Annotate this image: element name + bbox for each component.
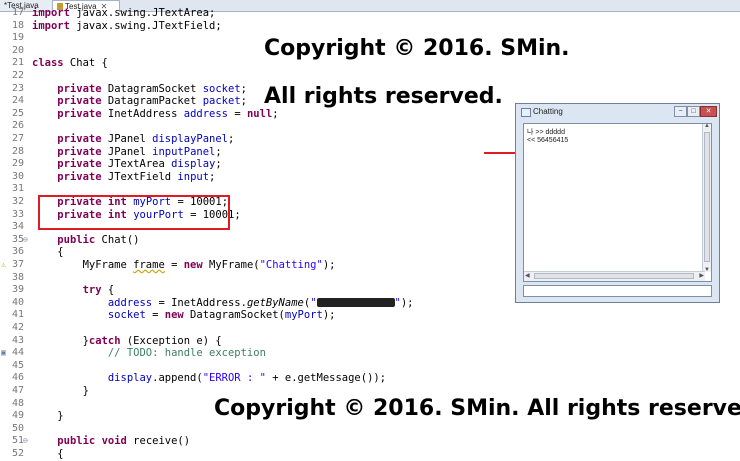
horizontal-scrollbar[interactable]: ◀ ▶: [524, 271, 705, 281]
code-line: 42: [11, 322, 24, 333]
scroll-right-icon[interactable]: ▶: [699, 272, 704, 279]
scroll-up-icon[interactable]: ▲: [704, 123, 710, 129]
code-line: 22: [11, 70, 24, 81]
chat-input-field[interactable]: [523, 285, 712, 297]
code-line: 46 display.append("ERROR : " + e.getMess…: [11, 372, 387, 385]
fold-icon[interactable]: ⊖: [23, 435, 28, 448]
chatting-window[interactable]: Chatting − □ ✕ 나 >> ddddd << 56456415 ▲ …: [515, 103, 720, 303]
maximize-button[interactable]: □: [687, 106, 700, 117]
fold-icon[interactable]: ⊖: [23, 234, 28, 247]
code-line: 41 socket = new DatagramSocket(myPort);: [11, 309, 336, 322]
scrollbar-thumb[interactable]: [704, 132, 710, 262]
scroll-left-icon[interactable]: ◀: [525, 272, 530, 279]
copyright-watermark: Copyright © 2016. SMin.: [264, 36, 570, 61]
minimize-button[interactable]: −: [674, 106, 687, 117]
code-line: 17 import javax.swing.JTextArea;: [11, 7, 216, 19]
code-line: 18 import javax.swing.JTextField;: [11, 19, 222, 32]
chat-display-area[interactable]: 나 >> ddddd << 56456415 ▲ ▼ ◀ ▶: [523, 123, 712, 282]
rights-watermark: All rights reserved.: [264, 84, 503, 109]
code-line: ▣ 44 // TODO: handle exception: [1, 347, 266, 360]
window-title: Chatting: [533, 107, 563, 116]
port-highlight-box: [38, 195, 230, 230]
close-button[interactable]: ✕: [700, 106, 717, 117]
java-window-icon: [521, 108, 531, 117]
scrollbar-thumb[interactable]: [534, 273, 694, 279]
copyright-watermark-bottom: Copyright © 2016. SMin. All rights reser…: [214, 396, 740, 421]
warning-marker-icon[interactable]: ⚠: [1, 259, 6, 272]
code-line: 51 ⊖ public void receive(): [11, 435, 191, 448]
chat-message: << 56456415: [527, 137, 569, 144]
code-line: 45: [11, 359, 24, 371]
vertical-scrollbar[interactable]: ▲ ▼: [702, 123, 711, 273]
chat-message: 나 >> ddddd: [527, 129, 565, 136]
window-titlebar[interactable]: Chatting − □ ✕: [516, 104, 719, 120]
code-line: 50: [11, 422, 24, 434]
task-marker-icon[interactable]: ▣: [1, 347, 6, 360]
code-line: 43 }catch (Exception e) {: [11, 334, 222, 347]
redacted-address: [316, 297, 395, 307]
